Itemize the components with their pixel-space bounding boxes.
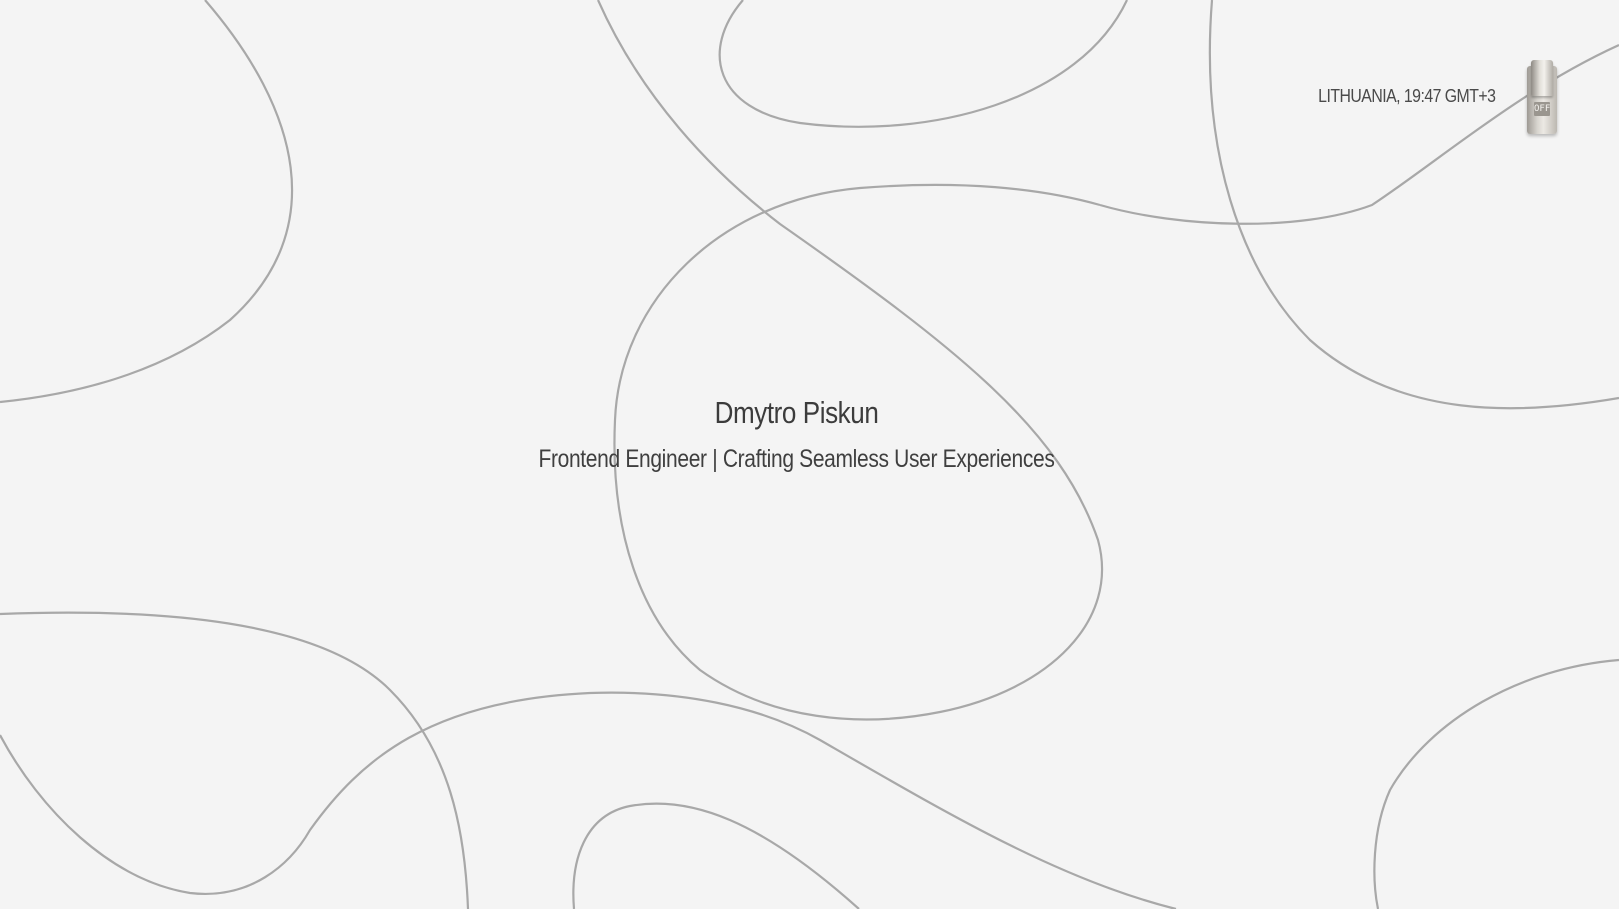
theme-toggle-switch[interactable]: OFF xyxy=(1526,58,1560,138)
location-time: LITHUANIA, 19:47 GMT+3 xyxy=(1317,86,1496,106)
hero-name: Dmytro Piskun xyxy=(714,395,879,430)
hero-tagline: Frontend Engineer | Crafting Seamless Us… xyxy=(538,445,1055,473)
curve-bottom-right xyxy=(1373,658,1619,909)
curve-bottom-center xyxy=(572,802,860,909)
hero: Dmytro Piskun Frontend Engineer | Crafti… xyxy=(0,392,1593,476)
curve-bottom-left xyxy=(0,611,470,909)
switch-label: OFF xyxy=(1534,102,1551,116)
curve-top-left xyxy=(0,0,294,404)
curve-diagonal xyxy=(596,0,1104,721)
curve-top-loop xyxy=(718,0,1128,128)
switch-lever xyxy=(1531,60,1553,96)
curve-bottom-left-loop xyxy=(0,691,1177,909)
